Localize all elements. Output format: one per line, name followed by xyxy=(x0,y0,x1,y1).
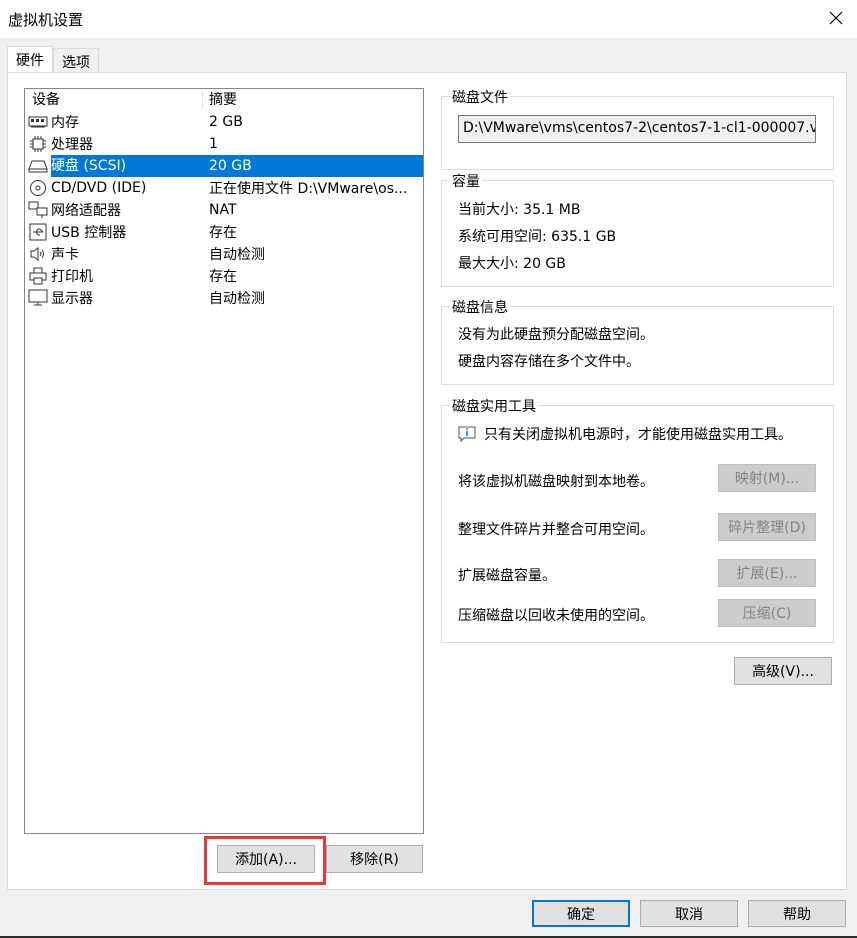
device-row-cd-dvd[interactable]: CD/DVD (IDE) 正在使用文件 D:\VMware\os... xyxy=(25,177,423,199)
hardware-panel: 设备 摘要 内存 2 GB 处理器 1 硬盘 (SCSI) 20 GB CD/D… xyxy=(7,72,847,890)
device-summary: 1 xyxy=(209,136,218,152)
device-summary: NAT xyxy=(209,202,237,218)
disk-file-title: 磁盘文件 xyxy=(450,87,510,107)
column-header-summary[interactable]: 摘要 xyxy=(203,89,423,111)
disk-utilities-group: 磁盘实用工具 只有关闭虚拟机电源时，才能使用磁盘实用工具。 将该虚拟机磁盘映射到… xyxy=(441,396,834,643)
disk-info-line-1: 没有为此硬盘预分配磁盘空间。 xyxy=(458,327,654,343)
display-icon xyxy=(27,289,49,307)
map-button[interactable]: 映射(M)... xyxy=(718,464,816,492)
expand-button[interactable]: 扩展(E)... xyxy=(718,559,816,587)
device-row-network-adapter[interactable]: 网络适配器 NAT xyxy=(25,199,423,221)
tab-bar: 硬件 选项 xyxy=(7,46,99,73)
defragment-description: 整理文件碎片并整合可用空间。 xyxy=(458,522,654,538)
close-icon xyxy=(829,11,843,25)
device-row-processor[interactable]: 处理器 1 xyxy=(25,133,423,155)
printer-icon xyxy=(27,267,49,285)
highlight-annotation xyxy=(204,836,326,885)
device-name: 打印机 xyxy=(51,269,93,285)
device-list[interactable]: 设备 摘要 内存 2 GB 处理器 1 硬盘 (SCSI) 20 GB CD/D… xyxy=(24,88,424,834)
expand-description: 扩展磁盘容量。 xyxy=(458,568,556,584)
device-summary: 自动检测 xyxy=(209,247,265,263)
device-summary: 正在使用文件 D:\VMware\os... xyxy=(209,181,408,197)
help-button[interactable]: 帮助 xyxy=(748,900,846,927)
device-summary: 自动检测 xyxy=(209,291,265,307)
device-name: USB 控制器 xyxy=(51,225,127,241)
disk-file-group: 磁盘文件 D:\VMware\vms\centos7-2\centos7-1-c… xyxy=(441,87,834,170)
current-size: 当前大小: 35.1 MB xyxy=(458,202,581,218)
device-name: 显示器 xyxy=(51,291,93,307)
device-name: 处理器 xyxy=(51,137,93,153)
utilities-notice: 只有关闭虚拟机电源时，才能使用磁盘实用工具。 xyxy=(458,424,792,444)
device-row-printer[interactable]: 打印机 存在 xyxy=(25,265,423,287)
device-name: CD/DVD (IDE) xyxy=(51,180,147,196)
disk-info-line-2: 硬盘内容存储在多个文件中。 xyxy=(458,354,640,370)
ok-button[interactable]: 确定 xyxy=(532,900,630,927)
device-summary: 2 GB xyxy=(209,114,243,130)
tab-hardware[interactable]: 硬件 xyxy=(7,46,53,73)
hard-disk-icon xyxy=(27,157,49,175)
device-summary: 20 GB xyxy=(209,158,252,174)
device-name: 内存 xyxy=(51,115,79,131)
disk-info-group: 磁盘信息 没有为此硬盘预分配磁盘空间。 硬盘内容存储在多个文件中。 xyxy=(441,297,834,385)
device-row-memory[interactable]: 内存 2 GB xyxy=(25,111,423,133)
sound-icon xyxy=(27,245,49,263)
max-size: 最大大小: 20 GB xyxy=(458,256,566,272)
device-name: 声卡 xyxy=(51,247,79,263)
close-button[interactable] xyxy=(823,6,849,30)
list-header: 设备 摘要 xyxy=(25,89,423,111)
device-name: 硬盘 (SCSI) xyxy=(51,155,203,177)
capacity-group: 容量 当前大小: 35.1 MB 系统可用空间: 635.1 GB 最大大小: … xyxy=(441,171,834,287)
memory-icon xyxy=(27,113,49,131)
tab-options[interactable]: 选项 xyxy=(53,48,99,72)
device-row-hard-disk[interactable]: 硬盘 (SCSI) 20 GB xyxy=(25,155,423,177)
utilities-notice-text: 只有关闭虚拟机电源时，才能使用磁盘实用工具。 xyxy=(484,427,792,443)
capacity-title: 容量 xyxy=(450,171,482,191)
usb-icon xyxy=(27,223,49,241)
device-summary: 存在 xyxy=(209,269,237,285)
compact-description: 压缩磁盘以回收未使用的空间。 xyxy=(458,608,654,624)
column-header-device[interactable]: 设备 xyxy=(25,89,203,111)
remove-device-button[interactable]: 移除(R) xyxy=(326,845,423,873)
defragment-button[interactable]: 碎片整理(D) xyxy=(718,513,816,541)
disk-file-path-field[interactable]: D:\VMware\vms\centos7-2\centos7-1-cl1-00… xyxy=(458,115,816,143)
device-name: 网络适配器 xyxy=(51,203,121,219)
device-row-usb[interactable]: USB 控制器 存在 xyxy=(25,221,423,243)
device-summary: 存在 xyxy=(209,225,237,241)
device-row-sound[interactable]: 声卡 自动检测 xyxy=(25,243,423,265)
network-adapter-icon xyxy=(27,201,49,219)
title-bar: 虚拟机设置 xyxy=(0,0,857,38)
map-description: 将该虚拟机磁盘映射到本地卷。 xyxy=(458,474,654,490)
cancel-button[interactable]: 取消 xyxy=(640,900,738,927)
disk-info-title: 磁盘信息 xyxy=(450,297,510,317)
available-space: 系统可用空间: 635.1 GB xyxy=(458,229,617,245)
device-row-display[interactable]: 显示器 自动检测 xyxy=(25,287,423,309)
advanced-button[interactable]: 高级(V)... xyxy=(734,657,832,685)
disk-utilities-title: 磁盘实用工具 xyxy=(450,396,538,416)
compact-button[interactable]: 压缩(C) xyxy=(718,599,816,627)
processor-icon xyxy=(27,135,49,153)
window-title: 虚拟机设置 xyxy=(8,11,84,29)
cd-dvd-icon xyxy=(27,179,49,197)
info-icon xyxy=(458,426,476,443)
